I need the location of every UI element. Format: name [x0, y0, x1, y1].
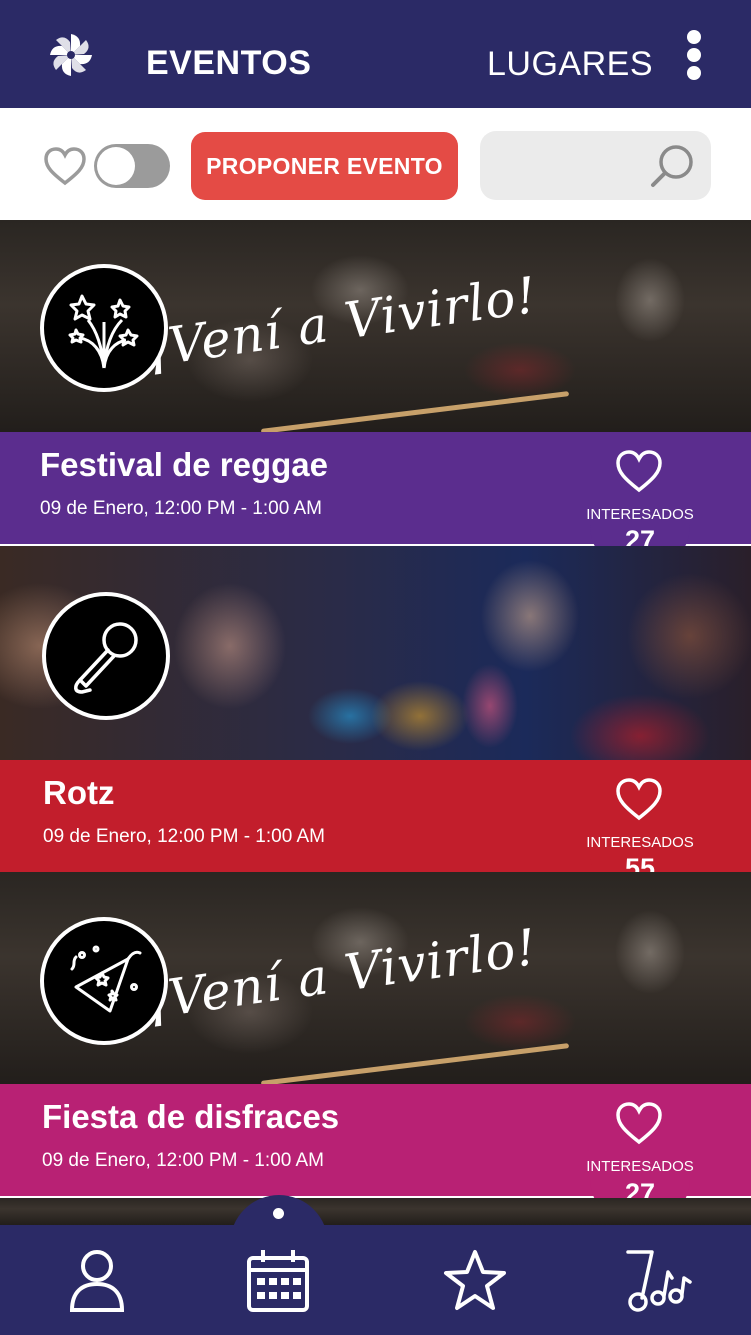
profile-icon[interactable] — [62, 1248, 132, 1314]
tab-eventos[interactable]: EVENTOS — [146, 44, 311, 83]
calendar-icon[interactable] — [243, 1248, 313, 1314]
event-card-peek — [0, 1198, 751, 1225]
event-title: Rotz — [43, 774, 115, 811]
pinwheel-logo-icon[interactable] — [46, 30, 96, 80]
star-icon[interactable] — [440, 1248, 510, 1314]
event-date: 09 de Enero, 12:00 PM - 1:00 AM — [42, 1150, 325, 1171]
active-dot — [273, 1208, 284, 1219]
music-notes-icon[interactable] — [624, 1248, 694, 1314]
event-title: Festival de reggae — [40, 446, 328, 483]
interested-heart-icon[interactable] — [614, 776, 664, 822]
microphone-icon — [42, 592, 170, 720]
propose-event-button[interactable]: PROPONER EVENTO — [191, 132, 458, 200]
tab-lugares[interactable]: LUGARES — [487, 45, 653, 84]
event-date: 09 de Enero, 12:00 PM - 1:00 AM — [43, 826, 326, 847]
fireworks-icon — [40, 264, 168, 392]
search-icon[interactable] — [649, 143, 695, 189]
interested-label: INTERESADOS — [586, 506, 694, 523]
app-header: EVENTOS LUGARES — [0, 0, 751, 108]
interested-label: INTERESADOS — [586, 1158, 694, 1175]
event-title: Fiesta de disfraces — [42, 1098, 340, 1135]
event-date: 09 de Enero, 12:00 PM - 1:00 AM — [40, 498, 323, 519]
more-options-icon[interactable] — [682, 30, 706, 84]
interested-heart-icon[interactable] — [614, 1100, 664, 1146]
favorites-toggle[interactable] — [94, 144, 170, 188]
search-input[interactable] — [494, 145, 644, 185]
favorites-filter-heart-icon[interactable] — [42, 145, 88, 187]
toggle-knob — [97, 147, 135, 185]
party-hat-icon — [40, 917, 168, 1045]
interested-heart-icon[interactable] — [614, 448, 664, 494]
interested-label: INTERESADOS — [586, 834, 694, 851]
